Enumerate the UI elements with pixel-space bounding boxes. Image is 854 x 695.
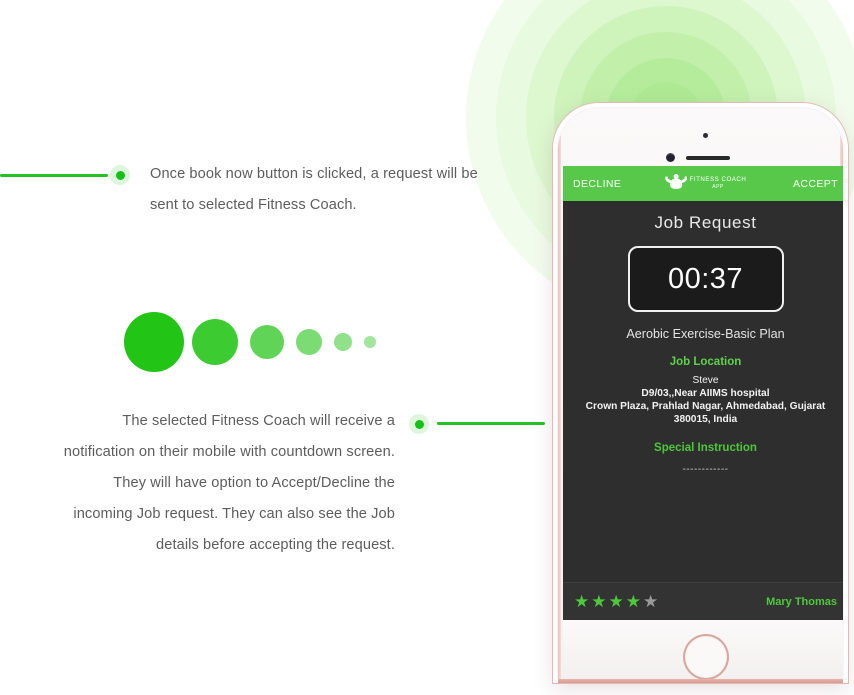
- callout-2-text: The selected Fitness Coach will receive …: [63, 413, 395, 553]
- screen-title: Job Request: [654, 213, 757, 232]
- star-4[interactable]: ★: [626, 593, 641, 610]
- app-logo-line1: FITNESS COACH: [689, 176, 747, 184]
- front-camera-icon: [666, 153, 675, 162]
- rating-bar: ★ ★ ★ ★ ★ Mary Thomas: [563, 582, 843, 620]
- job-location-address: Steve D9/03,,Near AIIMS hospital Crown P…: [563, 374, 843, 426]
- screenshot-stage: Once book now button is clicked, a reque…: [0, 0, 854, 695]
- phone-chin: [563, 620, 843, 683]
- star-rating: ★ ★ ★ ★ ★: [574, 593, 658, 610]
- proximity-sensor-icon: [703, 133, 708, 138]
- plan-name: Aerobic Exercise-Basic Plan: [626, 327, 785, 341]
- decorative-dot-6: [364, 336, 376, 348]
- star-2[interactable]: ★: [591, 593, 606, 610]
- app-logo-text: FITNESS COACH APP: [690, 177, 747, 189]
- decline-button[interactable]: DECLINE: [573, 178, 621, 190]
- job-request-content: Job Request 00:37 Aerobic Exercise-Basic…: [563, 201, 843, 475]
- app-logo-line2: APP: [712, 183, 724, 190]
- star-5[interactable]: ★: [643, 593, 658, 610]
- address-line-2: Crown Plaza, Prahlad Nagar, Ahmedabad, G…: [585, 401, 826, 412]
- phone-bezel-left: [558, 108, 561, 683]
- app-screen: DECLINE FITNESS COACH APP ACCEPT Job Req…: [563, 166, 843, 620]
- phone-bottom-edge: [558, 679, 843, 683]
- phone-mockup: DECLINE FITNESS COACH APP ACCEPT Job Req…: [553, 103, 848, 683]
- job-location-heading: Job Location: [669, 356, 742, 368]
- special-instruction-heading: Special Instruction: [654, 442, 757, 454]
- callout-2-connector-dot: [409, 414, 429, 434]
- decorative-dot-4: [296, 329, 322, 355]
- decorative-dot-3: [250, 325, 284, 359]
- app-logo: FITNESS COACH APP: [664, 173, 747, 194]
- star-1[interactable]: ★: [574, 593, 589, 610]
- decorative-dot-1: [124, 312, 184, 372]
- bodybuilder-icon: [664, 173, 687, 194]
- customer-name: Steve: [692, 375, 719, 386]
- decorative-dot-row: [124, 300, 414, 372]
- countdown-timer-box: 00:37: [627, 246, 784, 312]
- accept-button[interactable]: ACCEPT: [793, 178, 838, 190]
- callout-2-connector-line: [437, 422, 545, 425]
- decorative-dot-2: [192, 319, 238, 365]
- callout-1-connector-line: [0, 174, 108, 177]
- special-instruction-value: ------------: [682, 464, 729, 475]
- callout-1-connector-dot: [110, 165, 130, 185]
- countdown-timer-value: 00:37: [667, 262, 744, 295]
- decorative-dot-5: [334, 333, 352, 351]
- star-3[interactable]: ★: [609, 593, 624, 610]
- reviewer-name: Mary Thomas: [766, 595, 837, 608]
- app-top-bar: DECLINE FITNESS COACH APP ACCEPT: [563, 166, 843, 201]
- callout-1-text: Once book now button is clicked, a reque…: [150, 166, 478, 213]
- address-line-1: D9/03,,Near AIIMS hospital: [641, 388, 770, 399]
- home-button[interactable]: [684, 636, 727, 678]
- earpiece-speaker: [686, 156, 730, 160]
- address-line-3: 380015, India: [673, 414, 738, 425]
- phone-body: DECLINE FITNESS COACH APP ACCEPT Job Req…: [558, 108, 843, 683]
